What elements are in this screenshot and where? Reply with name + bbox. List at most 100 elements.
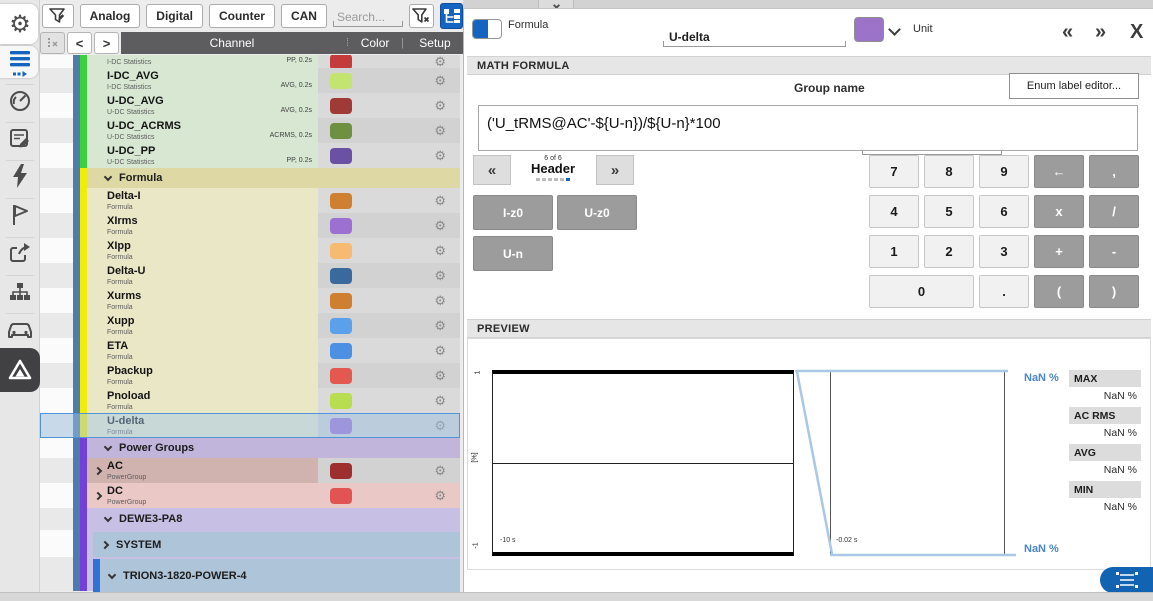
filter-can-button[interactable]: CAN (281, 4, 327, 28)
channel-active-toggle[interactable] (472, 19, 502, 39)
channel-row[interactable]: U-DC_AVG U-DC Statistics AVG, 0.2s ⚙ (40, 93, 460, 118)
keypad-key[interactable]: 1 (869, 235, 919, 268)
gear-icon[interactable]: ⚙ (434, 124, 446, 137)
gear-icon[interactable]: ⚙ (434, 244, 446, 257)
collapse-all-button[interactable]: < (67, 32, 92, 54)
keypad-key[interactable]: , (1089, 155, 1139, 188)
power-analysis-bolt-icon[interactable] (0, 163, 40, 189)
flag-marker-icon[interactable] (0, 202, 40, 228)
channel-color-chip[interactable] (330, 268, 352, 284)
channel-select-button[interactable] (1100, 567, 1153, 593)
expand-chevron-icon[interactable] (101, 541, 109, 549)
next-channel-button[interactable]: » (1095, 22, 1106, 42)
gear-icon[interactable]: ⚙ (434, 55, 446, 68)
gear-icon[interactable]: ⚙ (434, 74, 446, 87)
channel-row[interactable]: XIrms Formula ⚙ (40, 213, 460, 238)
channel-row[interactable]: Xurms Formula ⚙ (40, 288, 460, 313)
channel-color-chip[interactable] (330, 463, 352, 479)
network-topology-icon[interactable] (0, 279, 40, 305)
channel-color-chip[interactable] (330, 318, 352, 334)
channel-color-chip[interactable] (330, 393, 352, 409)
vehicle-car-icon[interactable] (0, 317, 40, 343)
expand-chevron-icon[interactable] (104, 443, 112, 451)
channel-row[interactable]: Delta-I Formula ⚙ (40, 188, 460, 213)
keypad-key[interactable]: 8 (924, 155, 974, 188)
channel-color-chip[interactable] (330, 488, 352, 504)
keypad-key[interactable]: ← (1034, 155, 1084, 188)
channel-name-input[interactable]: U-delta (663, 19, 846, 47)
keypad-key[interactable]: ( (1034, 275, 1084, 308)
keypad-key[interactable]: - (1089, 235, 1139, 268)
channel-color-chip[interactable] (330, 418, 352, 434)
channel-group-row[interactable]: Formula (40, 168, 460, 188)
channel-color-chip[interactable] (330, 123, 352, 139)
settings-gear-icon[interactable]: ⚙ (0, 10, 40, 38)
keypad-key[interactable]: 4 (869, 195, 919, 228)
pager-prev-button[interactable]: « (473, 155, 511, 185)
filter-clear-button[interactable] (409, 4, 435, 28)
filter-analog-button[interactable]: Analog (80, 4, 141, 28)
column-config-button[interactable] (40, 32, 65, 54)
chevron-down-icon[interactable] (888, 23, 901, 36)
filter-digital-button[interactable]: Digital (146, 4, 203, 28)
column-channel[interactable]: Channel (121, 36, 343, 50)
keypad-key[interactable]: ) (1089, 275, 1139, 308)
expand-chevron-icon[interactable] (104, 173, 112, 181)
dewetron-logo-tab[interactable] (0, 348, 40, 392)
channel-group-row[interactable]: TRION3-1820-POWER-4 (40, 557, 460, 591)
function-key-u-z0[interactable]: U-z0 (557, 195, 637, 230)
gear-icon[interactable]: ⚙ (434, 489, 446, 502)
expand-chevron-icon[interactable] (108, 570, 116, 578)
channel-row[interactable]: Delta-U Formula ⚙ (40, 263, 460, 288)
channel-color-chip[interactable] (330, 243, 352, 259)
keypad-key[interactable]: 0 (869, 275, 974, 308)
expand-all-button[interactable]: > (94, 32, 119, 54)
filter-counter-button[interactable]: Counter (209, 4, 275, 28)
channel-group-row[interactable]: Power Groups (40, 438, 460, 458)
filter-edit-button[interactable] (42, 4, 74, 28)
expand-chevron-icon[interactable] (104, 514, 112, 522)
channel-row[interactable]: U-DC_ACRMS U-DC Statistics ACRMS, 0.2s ⚙ (40, 118, 460, 143)
keypad-key[interactable]: + (1034, 235, 1084, 268)
gear-icon[interactable]: ⚙ (434, 394, 446, 407)
gear-icon[interactable]: ⚙ (434, 99, 446, 112)
report-editor-icon[interactable] (0, 126, 40, 152)
expand-chevron-icon[interactable] (94, 466, 102, 474)
channel-row[interactable]: DC PowerGroup ⚙ (40, 483, 460, 508)
gear-icon[interactable]: ⚙ (434, 344, 446, 357)
channel-color-chip[interactable] (330, 148, 352, 164)
keypad-key[interactable]: / (1089, 195, 1139, 228)
channel-group-row[interactable]: DEWE3-PA8 (40, 508, 460, 530)
gear-icon[interactable]: ⚙ (434, 194, 446, 207)
column-color[interactable]: Color (352, 36, 398, 50)
keypad-key[interactable]: 9 (979, 155, 1029, 188)
keypad-key[interactable]: 2 (924, 235, 974, 268)
channel-group-row[interactable]: SYSTEM (40, 530, 460, 557)
channel-row[interactable]: Pnoload Formula ⚙ (40, 388, 460, 413)
keypad-key[interactable]: 5 (924, 195, 974, 228)
keypad-key[interactable]: . (979, 275, 1029, 308)
channel-tree-button[interactable] (440, 3, 463, 29)
keypad-key[interactable]: 7 (869, 155, 919, 188)
function-key-u-n[interactable]: U-n (473, 236, 553, 271)
gear-icon[interactable]: ⚙ (434, 219, 446, 232)
function-key-i-z0[interactable]: I-z0 (473, 195, 553, 230)
export-share-icon[interactable] (0, 241, 40, 267)
channel-row[interactable]: Xupp Formula ⚙ (40, 313, 460, 338)
channel-row[interactable]: AC PowerGroup ⚙ (40, 458, 460, 483)
channel-row[interactable]: U-delta Formula ⚙ (40, 413, 460, 438)
expand-chevron-icon[interactable] (94, 491, 102, 499)
channel-color-chip[interactable] (330, 73, 352, 89)
channel-color-chip[interactable] (330, 55, 352, 68)
formula-expression-input[interactable]: ('U_tRMS@AC'-${U-n})/${U-n}*100 (478, 105, 1138, 151)
enum-label-editor-button[interactable]: Enum label editor... (1009, 73, 1139, 99)
keypad-key[interactable]: 3 (979, 235, 1029, 268)
channel-color-chip[interactable] (330, 98, 352, 114)
gear-icon[interactable]: ⚙ (434, 319, 446, 332)
gear-icon[interactable]: ⚙ (434, 149, 446, 162)
channel-color-chip[interactable] (330, 293, 352, 309)
channel-color-chip[interactable] (330, 368, 352, 384)
channel-color-swatch[interactable] (854, 17, 884, 42)
pager-next-button[interactable]: » (596, 155, 634, 185)
keypad-key[interactable]: x (1034, 195, 1084, 228)
